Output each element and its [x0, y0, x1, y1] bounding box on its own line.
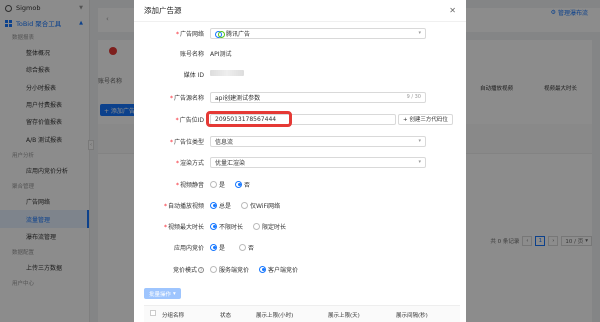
bid-mode-radios: 服务端竞价 客户端竞价: [210, 265, 298, 274]
field-video-mute: *视频静音 是 否: [175, 180, 251, 189]
field-media-id: 媒体 ID: [134, 67, 466, 81]
slot-type-select[interactable]: 信息流 ▾: [210, 135, 426, 147]
field-inapp-bidding: 应用内竞价 是 否: [173, 243, 255, 252]
chevron-down-icon: ▾: [418, 30, 421, 36]
modal-title: 添加广告源: [134, 0, 466, 22]
field-account-name: 账号名称 API测试: [179, 50, 232, 58]
batch-action-button[interactable]: 批量操作 ▾: [144, 288, 181, 299]
render-mode-select[interactable]: 优量汇渲染 ▾: [210, 156, 426, 168]
column-header: 状态: [220, 313, 232, 319]
highlight-box: [206, 111, 292, 127]
inapp-bidding-radios: 是 否: [210, 243, 254, 252]
source-name-input[interactable]: api创建测试参数 9 / 30: [210, 91, 426, 103]
question-icon: ?: [198, 267, 204, 273]
column-header: 展示上限(小时): [256, 313, 294, 319]
column-header: 展示上限(天): [328, 313, 360, 319]
radio-server-bidding[interactable]: 服务端竞价: [210, 265, 249, 274]
field-ad-slot-id: *广告位ID 2095013178567444 + 创建三方代码位: [134, 111, 466, 127]
radio-bidding-yes[interactable]: 是: [210, 243, 225, 252]
radio-duration-unlimited[interactable]: 不限时长: [210, 222, 243, 231]
close-icon[interactable]: ✕: [449, 6, 456, 15]
radio-autoplay-always[interactable]: 总是: [210, 201, 231, 210]
chevron-down-icon: ▾: [418, 138, 421, 144]
column-header: 分组名称: [162, 313, 185, 319]
radio-duration-limited[interactable]: 限定时长: [253, 222, 286, 231]
select-all-checkbox[interactable]: [150, 310, 156, 316]
video-mute-radios: 是 否: [210, 180, 250, 189]
chevron-down-icon: ▾: [173, 290, 176, 297]
field-ad-network: *广告网络 腾讯广告 ▾: [134, 26, 466, 40]
radio-autoplay-wifi[interactable]: 仅WiFi网络: [241, 201, 280, 210]
field-slot-type: *广告位类型 信息流 ▾: [134, 134, 466, 148]
tencent-ads-icon: [215, 30, 225, 38]
ad-network-select[interactable]: 腾讯广告 ▾: [210, 27, 426, 39]
account-name-value: API测试: [210, 50, 232, 58]
field-render-mode: *渲染方式 优量汇渲染 ▾: [134, 155, 466, 169]
add-source-modal: 添加广告源 ✕ *广告网络 腾讯广告 ▾ 账号名称 API测试 媒体 ID *广…: [134, 0, 466, 322]
char-counter: 9 / 30: [406, 94, 421, 100]
field-source-name: *广告源名称 api创建测试参数 9 / 30: [134, 90, 466, 104]
field-autoplay: *自动播放视频 总是 仅WiFi网络: [163, 201, 281, 210]
max-duration-radios: 不限时长 限定时长: [210, 222, 286, 231]
radio-bidding-no[interactable]: 否: [239, 243, 254, 252]
create-third-party-slot-button[interactable]: + 创建三方代码位: [398, 113, 453, 125]
group-table-header: 分组名称 状态 展示上限(小时) 展示上限(天) 展示间隔(秒): [144, 305, 460, 322]
radio-mute-yes[interactable]: 是: [210, 180, 225, 189]
radio-mute-no[interactable]: 否: [235, 180, 250, 189]
autoplay-radios: 总是 仅WiFi网络: [210, 201, 280, 210]
column-header: 展示间隔(秒): [396, 313, 428, 319]
radio-client-bidding[interactable]: 客户端竞价: [259, 265, 298, 274]
field-bid-mode: 竞价模式? 服务端竞价 客户端竞价: [172, 265, 299, 274]
field-max-duration: *视频最大时长 不限时长 限定时长: [163, 222, 287, 231]
media-id-redacted: [210, 70, 244, 78]
chevron-down-icon: ▾: [418, 159, 421, 165]
